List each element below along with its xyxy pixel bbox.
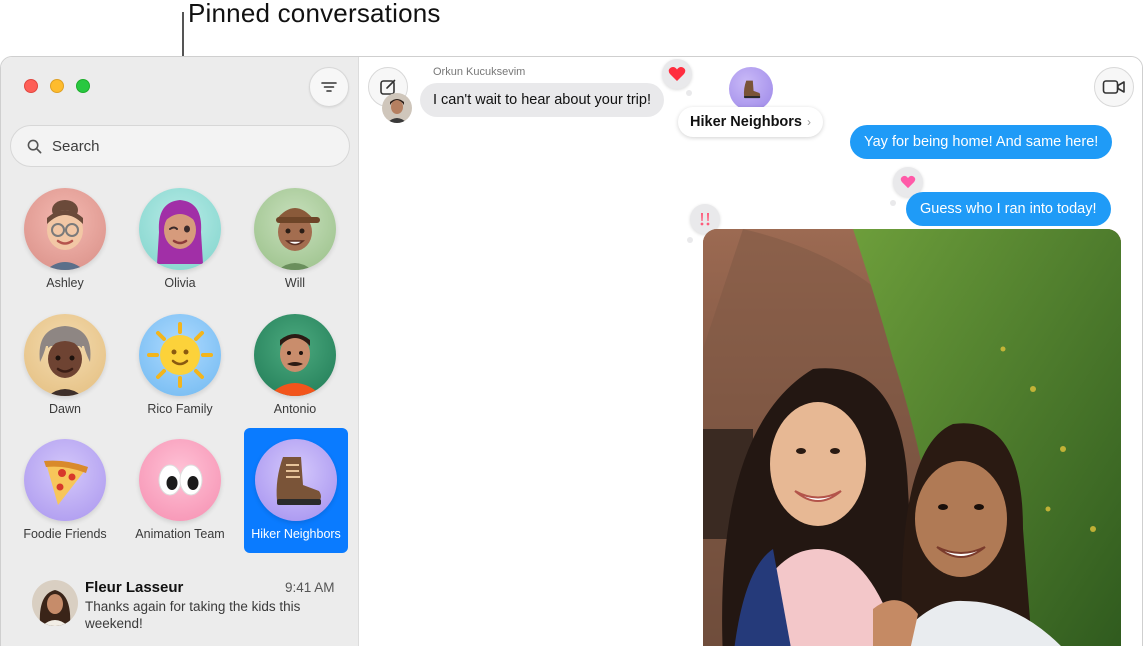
tapback-tail bbox=[890, 200, 896, 206]
pinned-olivia[interactable]: Olivia bbox=[128, 184, 232, 306]
sidebar: Search Ashley Olivia Will Dawn Rico Fami… bbox=[1, 57, 359, 646]
conversation-preview: Thanks again for taking the kids this we… bbox=[85, 599, 301, 631]
group-name-button[interactable]: Hiker Neighbors › bbox=[678, 107, 823, 137]
chevron-right-icon: › bbox=[807, 115, 811, 129]
conversation-time: 9:41 AM bbox=[285, 580, 335, 595]
pinned-label: Foodie Friends bbox=[23, 527, 107, 541]
callout-label: Pinned conversations bbox=[188, 0, 441, 28]
tapback-tail bbox=[686, 90, 692, 96]
group-name: Hiker Neighbors bbox=[690, 114, 802, 130]
pinned-antonio[interactable]: Antonio bbox=[243, 310, 347, 432]
red-heart-icon bbox=[662, 59, 692, 89]
pinned-label: Animation Team bbox=[135, 527, 225, 541]
sender-avatar bbox=[382, 93, 412, 123]
messages-window: Search Ashley Olivia Will Dawn Rico Fami… bbox=[0, 56, 1143, 646]
tapback-tail bbox=[687, 237, 693, 243]
close-window-button[interactable] bbox=[24, 79, 38, 93]
group-avatar[interactable] bbox=[729, 67, 773, 111]
photo-man-orange-shirt-icon bbox=[254, 314, 336, 396]
conversation-name: Fleur Lasseur bbox=[85, 579, 184, 596]
pinned-hiker-neighbors[interactable]: Hiker Neighbors bbox=[244, 428, 348, 553]
pinned-label: Olivia bbox=[164, 276, 196, 290]
video-camera-icon bbox=[1102, 80, 1125, 94]
search-icon bbox=[27, 139, 42, 153]
pinned-rico-family[interactable]: Rico Family bbox=[128, 310, 232, 432]
chat-pane: Orkun Kucuksevim I can't wait to hear ab… bbox=[360, 57, 1142, 646]
pinned-label: Will bbox=[284, 276, 306, 290]
pinned-animation-team[interactable]: Animation Team bbox=[128, 435, 232, 557]
zoom-window-button[interactable] bbox=[76, 79, 90, 93]
sun-face-icon bbox=[139, 314, 221, 396]
sender-name: Orkun Kucuksevim bbox=[433, 66, 526, 78]
outgoing-message-bubble[interactable]: Yay for being home! And same here! bbox=[850, 125, 1113, 159]
hiking-boot-icon bbox=[255, 439, 337, 521]
pinned-label: Rico Family bbox=[147, 402, 213, 416]
pinned-label: Antonio bbox=[273, 402, 317, 416]
screenshot-stage: Pinned conversations Search Ashley Olivi… bbox=[0, 0, 1146, 646]
outgoing-message-bubble[interactable]: Guess who I ran into today! bbox=[906, 192, 1111, 226]
eyes-icon bbox=[139, 439, 221, 521]
pinned-label: Ashley bbox=[46, 276, 84, 290]
facetime-video-button[interactable] bbox=[1094, 67, 1134, 107]
hiking-boot-icon bbox=[743, 80, 761, 99]
search-field[interactable]: Search bbox=[10, 125, 350, 167]
pizza-icon bbox=[24, 439, 106, 521]
memoji-woman-glasses-icon bbox=[24, 188, 106, 270]
conversation-row[interactable]: Fleur Lasseur 9:41 AM Thanks again for t… bbox=[1, 567, 359, 637]
memoji-woman-grey-hair-icon bbox=[24, 314, 106, 396]
pinned-foodie-friends[interactable]: Foodie Friends bbox=[13, 435, 117, 557]
pinned-label: Dawn bbox=[49, 402, 81, 416]
filter-button[interactable] bbox=[309, 67, 349, 107]
photo-attachment[interactable] bbox=[703, 229, 1121, 646]
pinned-label: Hiker Neighbors bbox=[251, 527, 341, 541]
pinned-will[interactable]: Will bbox=[243, 184, 347, 306]
pinned-ashley[interactable]: Ashley bbox=[13, 184, 117, 306]
search-placeholder: Search bbox=[52, 137, 100, 155]
pinned-dawn[interactable]: Dawn bbox=[13, 310, 117, 432]
minimize-window-button[interactable] bbox=[50, 79, 64, 93]
memoji-woman-purple-hair-icon bbox=[139, 188, 221, 270]
filter-icon bbox=[321, 82, 337, 92]
avatar bbox=[32, 580, 78, 626]
memoji-man-cap-icon bbox=[254, 188, 336, 270]
incoming-message-bubble[interactable]: I can't wait to hear about your trip! bbox=[420, 83, 664, 117]
